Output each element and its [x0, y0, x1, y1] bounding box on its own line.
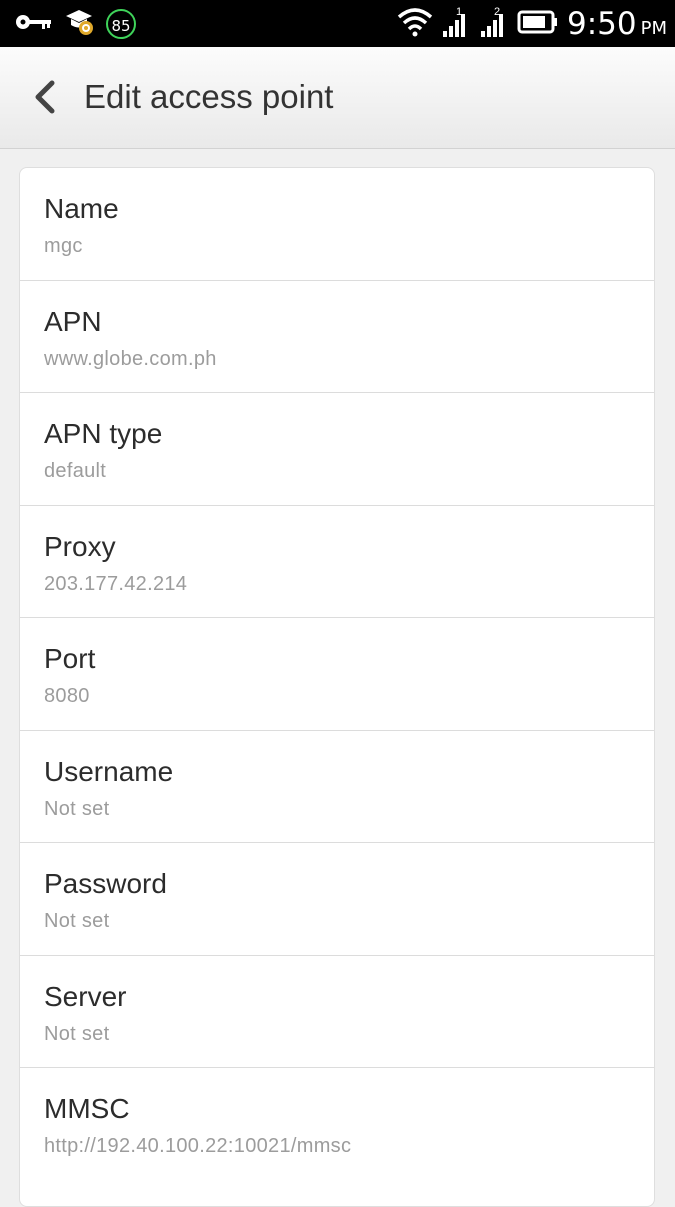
- settings-list: Name mgc APN www.globe.com.ph APN type d…: [19, 167, 655, 1207]
- setting-label: Password: [44, 868, 167, 899]
- status-clock: 9:50 PM: [567, 6, 667, 42]
- battery-icon: [517, 9, 559, 40]
- key-icon: [14, 11, 54, 38]
- app-bar: Edit access point: [0, 47, 675, 149]
- notification-count-icon: 85: [106, 9, 136, 39]
- sim2-label: 2: [493, 6, 501, 18]
- sim1-label: 1: [455, 6, 463, 18]
- setting-value: default: [44, 460, 107, 482]
- graduation-cap-badge-icon: [64, 7, 96, 42]
- clock-time: 9:50: [566, 6, 637, 42]
- setting-label: MMSC: [44, 1093, 130, 1124]
- clock-ampm: PM: [640, 18, 667, 39]
- status-bar-right: 1 2 9:50 PM: [397, 4, 667, 44]
- setting-value: Not set: [44, 910, 110, 932]
- setting-row-password[interactable]: Password Not set: [20, 843, 654, 956]
- setting-value: http://192.40.100.22:10021/mmsc: [44, 1135, 352, 1157]
- setting-value: mgc: [44, 235, 83, 257]
- setting-row-username[interactable]: Username Not set: [20, 731, 654, 843]
- signal-sim1-icon: 1: [441, 6, 471, 39]
- setting-row-mmsc[interactable]: MMSC http://192.40.100.22:10021/mmsc: [20, 1068, 654, 1181]
- setting-label: APN: [44, 305, 102, 337]
- page-title: Edit access point: [84, 78, 334, 115]
- status-bar-left: 85: [14, 6, 136, 42]
- status-bar: 85 1 2 9:50 PM: [0, 0, 675, 47]
- setting-row-apn[interactable]: APN www.globe.com.ph: [20, 281, 654, 393]
- signal-sim2-icon: 2: [479, 6, 509, 39]
- setting-row-port[interactable]: Port 8080: [20, 618, 654, 731]
- setting-value: 203.177.42.214: [44, 572, 188, 595]
- setting-value: Not set: [44, 1022, 110, 1045]
- setting-label: Proxy: [44, 530, 116, 562]
- setting-value: www.globe.com.ph: [44, 347, 217, 370]
- setting-value: 8080: [44, 685, 90, 707]
- setting-label: Name: [44, 193, 119, 224]
- back-button[interactable]: [26, 77, 66, 117]
- setting-label: Server: [44, 980, 127, 1012]
- setting-label: Port: [44, 643, 96, 674]
- setting-row-proxy[interactable]: Proxy 203.177.42.214: [20, 506, 654, 618]
- setting-row-apn-type[interactable]: APN type default: [20, 393, 654, 506]
- setting-row-name[interactable]: Name mgc: [20, 168, 654, 281]
- wifi-icon: [397, 7, 433, 42]
- back-chevron-icon[interactable]: [26, 77, 66, 117]
- setting-value: Not set: [44, 797, 110, 820]
- setting-label: Username: [44, 755, 174, 787]
- setting-label: APN type: [44, 418, 163, 449]
- setting-row-server[interactable]: Server Not set: [20, 956, 654, 1068]
